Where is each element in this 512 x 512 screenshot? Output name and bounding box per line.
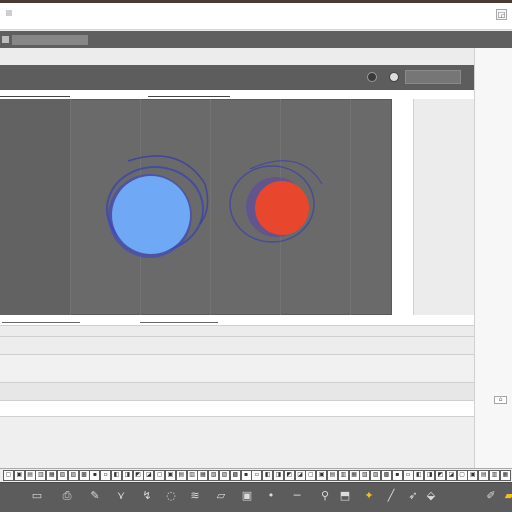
mini-toolbar-button-icon[interactable]: ◩ — [435, 470, 446, 481]
frame-icon[interactable]: ▭ — [30, 489, 44, 503]
mini-toolbar-button-icon[interactable]: ▦ — [499, 470, 511, 481]
mini-toolbar-button-icon[interactable]: ▩ — [78, 470, 90, 481]
footer-label-right[interactable] — [140, 317, 218, 323]
mini-toolbar-button-icon[interactable]: ▢ — [305, 470, 317, 481]
viewport-tab-right[interactable] — [148, 92, 230, 97]
mini-toolbar-button-icon[interactable]: ◨ — [424, 470, 436, 481]
mini-toolbar-button-icon[interactable]: ▢ — [456, 470, 468, 481]
property-area — [0, 416, 474, 469]
mini-toolbar-button-icon[interactable]: ▢ — [154, 470, 166, 481]
viewport-tab-left[interactable] — [0, 92, 70, 97]
mini-toolbar-button-icon[interactable]: ▫ — [251, 470, 263, 481]
red-sphere[interactable] — [229, 160, 323, 243]
vector-icon[interactable]: ⋎ — [114, 489, 128, 503]
mini-toolbar-button-icon[interactable]: ▨ — [370, 470, 382, 481]
scene-objects[interactable] — [0, 99, 392, 315]
mini-toolbar-button-icon[interactable]: ◩ — [132, 470, 144, 481]
right-side-pane — [474, 48, 512, 468]
property-row[interactable] — [0, 354, 474, 383]
mini-toolbar-button-icon[interactable]: ◨ — [273, 470, 284, 481]
mini-toolbar-button-icon[interactable]: ◧ — [262, 470, 274, 481]
mini-toolbar-button-icon[interactable]: ▥ — [337, 470, 349, 481]
app-icon — [6, 10, 12, 16]
mini-toolbar-button-icon[interactable]: ◪ — [294, 470, 306, 481]
mini-toolbar-button-icon[interactable]: ◪ — [445, 470, 457, 481]
mini-toolbar-button-icon[interactable]: ▨ — [219, 470, 230, 481]
window-restore-icon[interactable]: ◲ — [496, 9, 507, 20]
mini-toolbar-button-icon[interactable]: ▥ — [489, 470, 500, 481]
viewport-tab-strip — [0, 90, 474, 99]
mini-toolbar-button-icon[interactable]: ◧ — [111, 470, 122, 481]
footer-label-left[interactable] — [2, 317, 80, 323]
mini-toolbar-button-icon[interactable]: ▢ — [3, 470, 14, 481]
mini-toolbar-button-icon[interactable]: ◨ — [121, 470, 133, 481]
toolbar-handle-icon[interactable] — [2, 36, 9, 43]
mini-toolbar-button-icon[interactable]: ▣ — [165, 470, 176, 481]
layers-icon[interactable]: ≋ — [188, 489, 202, 503]
mini-toolbar-button-icon[interactable]: ◩ — [283, 470, 295, 481]
mini-toolbar-button-icon[interactable]: ▪ — [391, 470, 403, 481]
point-icon[interactable]: • — [264, 489, 278, 503]
curve-icon[interactable]: ↯ — [140, 489, 154, 503]
toolbar-field[interactable] — [12, 35, 88, 45]
view-mode-icon[interactable] — [367, 72, 377, 82]
mini-toolbar-button-icon[interactable]: ▫ — [100, 470, 112, 481]
mini-toolbar-button-icon[interactable]: ▤ — [327, 470, 338, 481]
panel-search-input[interactable] — [405, 70, 461, 84]
mini-toolbar-button-icon[interactable]: ▥ — [35, 470, 47, 481]
mini-toolbar-button-icon[interactable]: ▦ — [348, 470, 360, 481]
mini-toolbar-button-icon[interactable]: ▣ — [13, 470, 25, 481]
pointer-icon[interactable]: ➶ — [406, 489, 420, 503]
mini-toolbar-button-icon[interactable]: ▤ — [478, 470, 490, 481]
mini-toolbar-button-icon[interactable]: ▣ — [316, 470, 328, 481]
viewport-side-gap — [392, 99, 414, 315]
mini-toolbar-button-icon[interactable]: ▤ — [24, 470, 36, 481]
mini-toolbar-button-icon[interactable]: ▤ — [175, 470, 187, 481]
highlight-icon[interactable]: ⬙ — [424, 489, 438, 503]
line-icon[interactable]: ─ — [290, 489, 304, 503]
mini-toolbar-button-icon[interactable]: ▦ — [46, 470, 58, 481]
mini-toolbar-button-icon[interactable]: ▩ — [381, 470, 392, 481]
image-icon[interactable]: ▣ — [240, 489, 254, 503]
folder-icon[interactable]: ▰ — [502, 489, 512, 503]
file-icon[interactable]: ⎙ — [60, 489, 74, 503]
mini-toolbar-button-icon[interactable]: ▪ — [89, 470, 101, 481]
property-row[interactable] — [0, 400, 474, 417]
mini-toolbar-button-icon[interactable]: ▨ — [67, 470, 79, 481]
pen-icon[interactable]: ✎ — [88, 489, 102, 503]
brush-icon[interactable]: ╱ — [384, 489, 398, 503]
title-bar — [0, 3, 512, 30]
star-icon[interactable]: ✦ — [362, 489, 376, 503]
mini-toolbar-button-icon[interactable]: ▧ — [359, 470, 371, 481]
mini-toolbar-button-icon[interactable]: ▣ — [467, 470, 479, 481]
mini-toolbar-button-icon[interactable]: ▥ — [186, 470, 198, 481]
property-row[interactable] — [0, 382, 474, 401]
edit-icon[interactable]: ✐ — [484, 489, 498, 503]
mini-toolbar-button-icon[interactable]: ◪ — [143, 470, 155, 481]
mini-toolbar-button-icon[interactable]: ▪ — [240, 470, 252, 481]
ellipse-icon[interactable]: ◌ — [164, 489, 178, 503]
mini-toolbar-button-icon[interactable]: ▧ — [57, 470, 68, 481]
mini-toolbar-button-icon[interactable]: ◧ — [413, 470, 425, 481]
panel-header — [0, 65, 474, 90]
mini-toolbar-button-icon[interactable]: ▫ — [402, 470, 414, 481]
tag-icon[interactable]: ⬒ — [338, 489, 352, 503]
mini-toolbar-button-icon[interactable]: ▩ — [229, 470, 241, 481]
property-row[interactable] — [0, 336, 474, 355]
pin-icon[interactable]: ⚲ — [318, 489, 332, 503]
settings-icon[interactable] — [389, 72, 399, 82]
mini-toolbar-button-icon[interactable]: ▦ — [197, 470, 209, 481]
mini-toolbar-button-icon[interactable]: ▧ — [208, 470, 220, 481]
expand-icon[interactable]: ⌂ — [494, 396, 507, 404]
rect-icon[interactable]: ▱ — [214, 489, 228, 503]
blue-sphere[interactable] — [106, 155, 209, 258]
